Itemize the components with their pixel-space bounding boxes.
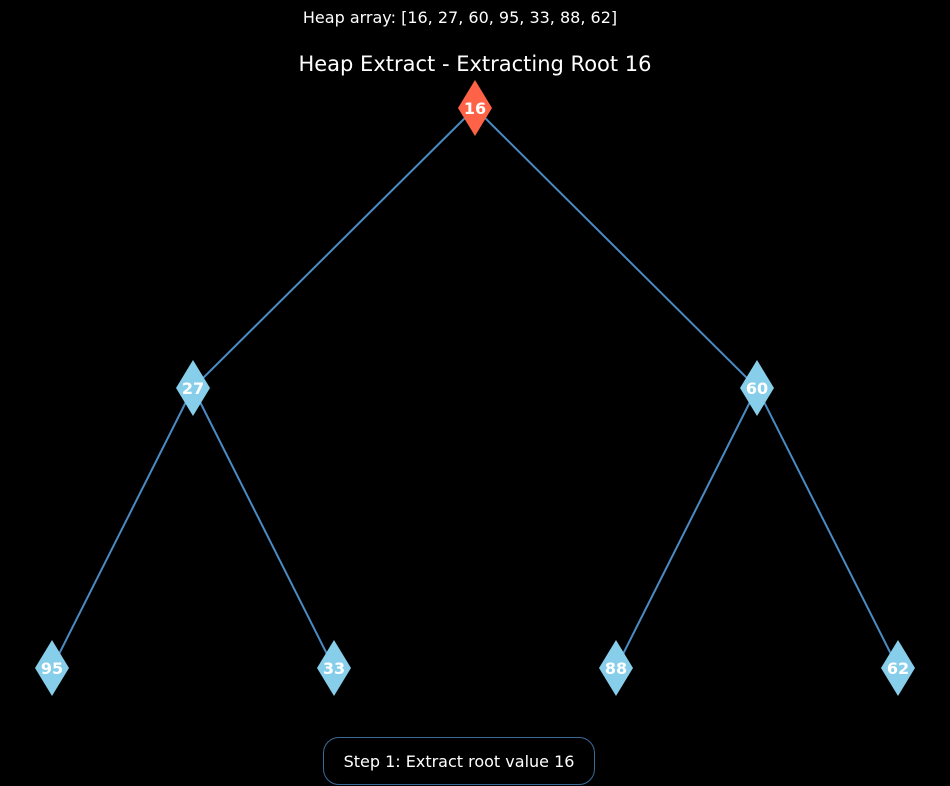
tree-edge — [51, 387, 194, 669]
tree-edge — [192, 387, 335, 669]
node-value-label: 33 — [323, 659, 345, 678]
tree-edge — [192, 107, 476, 389]
node-value-label: 88 — [605, 659, 627, 678]
node-value-label: 95 — [41, 659, 63, 678]
tree-edge — [615, 387, 758, 669]
tree-node: 88 — [599, 640, 633, 696]
node-value-label: 60 — [746, 379, 768, 398]
tree-node: 27 — [176, 360, 210, 416]
tree-node: 60 — [740, 360, 774, 416]
node-value-label: 27 — [182, 379, 204, 398]
tree-node: 95 — [35, 640, 69, 696]
tree-node: 33 — [317, 640, 351, 696]
step-description: Step 1: Extract root value 16 — [323, 737, 595, 785]
node-value-label: 16 — [464, 99, 486, 118]
node-value-label: 62 — [887, 659, 909, 678]
root-node-highlighted: 16 — [458, 80, 492, 136]
tree-node: 62 — [881, 640, 915, 696]
tree-edge — [474, 107, 758, 389]
heap-tree: 16 27 60 95 33 88 62 — [35, 80, 915, 696]
tree-edge — [756, 387, 899, 669]
